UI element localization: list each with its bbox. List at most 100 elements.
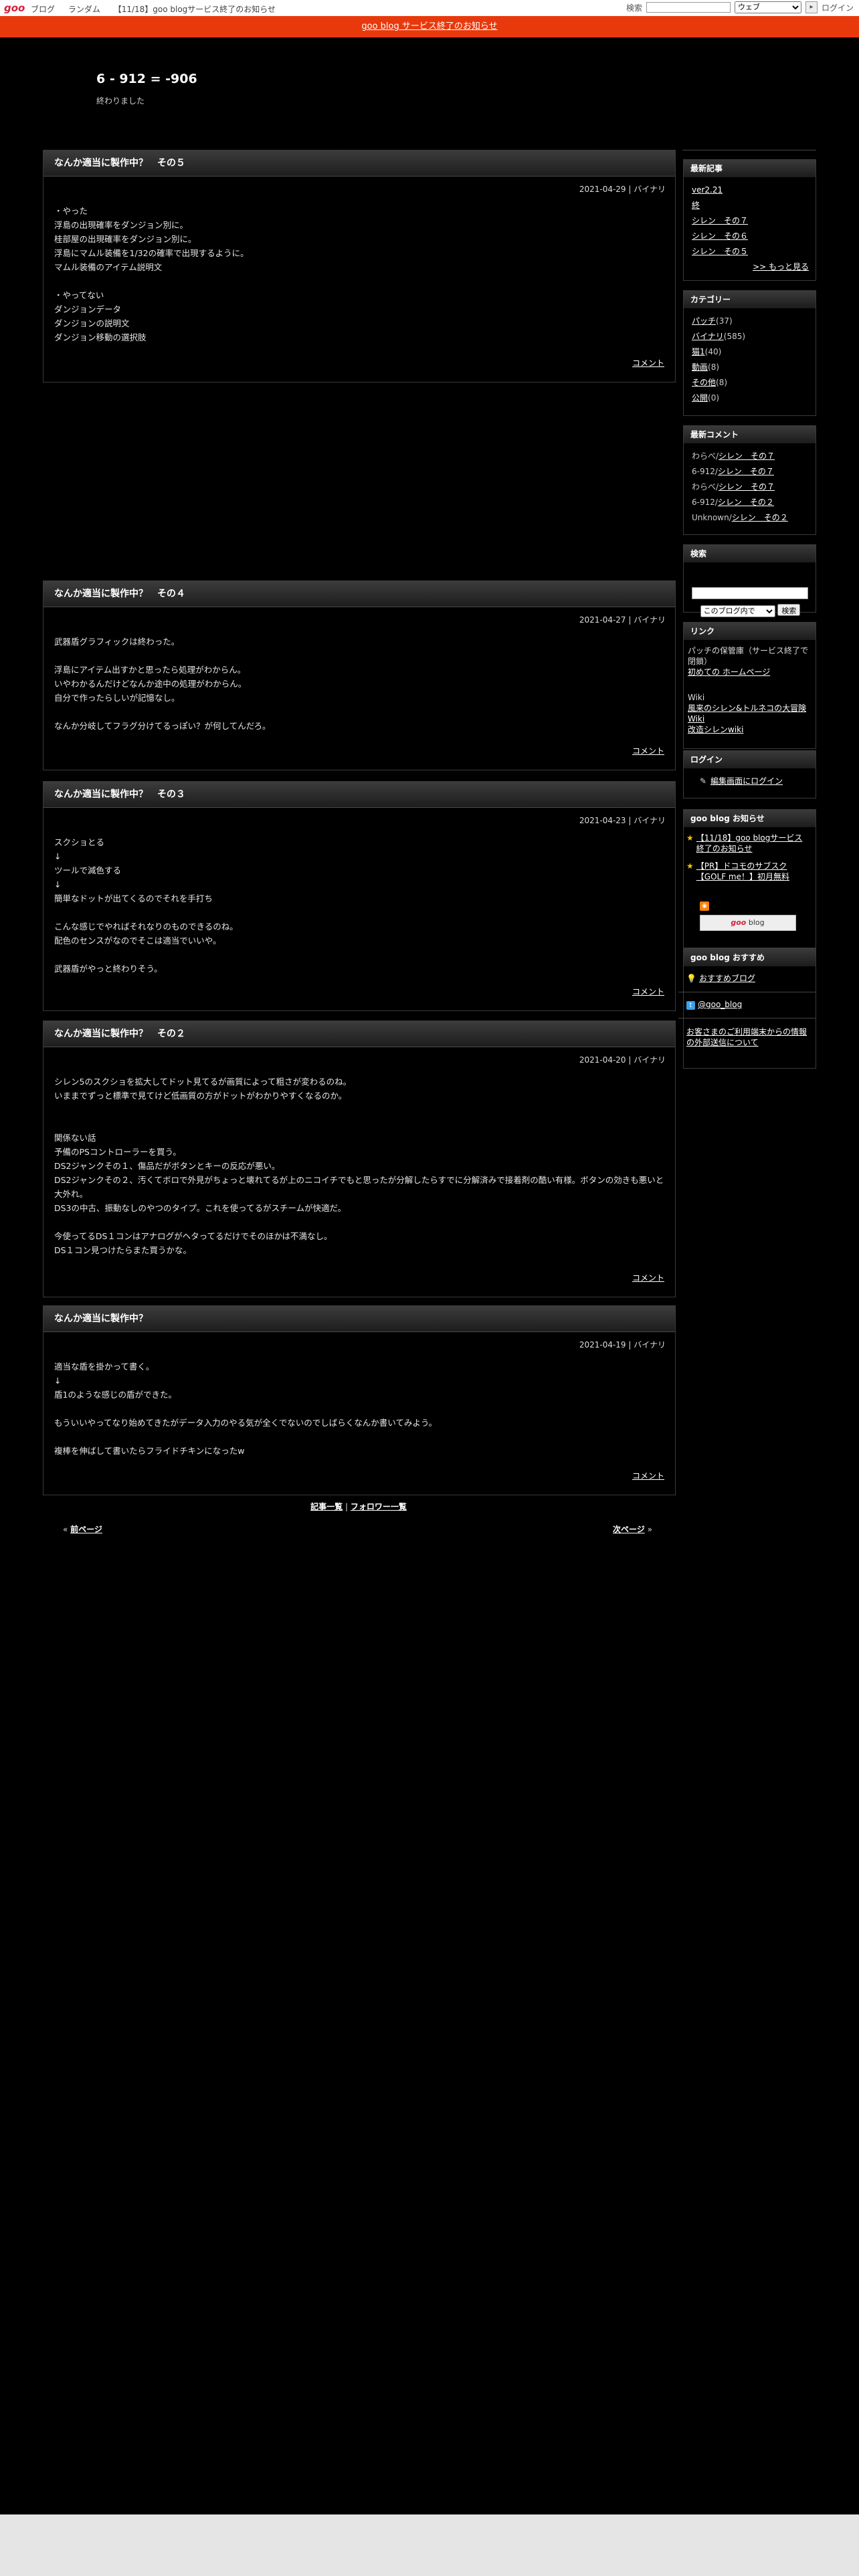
goo-logo[interactable]: goo: [4, 2, 25, 14]
sidebar-heading: goo blog お知らせ: [684, 810, 816, 827]
sidebar-login: ログイン ✎ 編集画面にログイン: [683, 750, 816, 798]
comment-entry-link[interactable]: シレン その７: [719, 451, 775, 461]
recent-entry-link[interactable]: 終: [692, 201, 700, 210]
goo-blog-badge[interactable]: goo blog: [699, 915, 796, 931]
entry-meta: 2021-04-23 | バイナリ: [579, 816, 666, 825]
sidebar-links: リンク パッチの保管庫（サービス終了で閉鎖） 初めての ホームページ Wiki …: [683, 622, 816, 749]
external-transmission-link[interactable]: お客さまのご利用端末からの情報の外部送信について: [686, 1027, 807, 1047]
prev-page-link[interactable]: 前ページ: [70, 1525, 102, 1534]
comment-entry-link[interactable]: シレン その７: [718, 467, 774, 476]
goo-notice-link[interactable]: 【11/18】goo blogサービス終了のお知らせ: [696, 833, 809, 854]
blog-title[interactable]: 6 - 912 = -906: [96, 72, 197, 86]
category-link[interactable]: 動画: [692, 362, 708, 372]
sidebar-heading: goo blog おすすめ: [684, 949, 816, 966]
blog-search-input[interactable]: [692, 587, 808, 599]
sidebar-search: 検索 このブログ内で 検索: [683, 544, 816, 617]
edit-login-link[interactable]: 編集画面にログイン: [710, 776, 783, 786]
comment-author: わらべ/: [692, 451, 719, 461]
recommend-blog-link[interactable]: おすすめブログ: [699, 974, 755, 983]
wiki-link-kaizou[interactable]: 改造シレンwiki: [688, 725, 743, 734]
twitter-icon: t: [686, 1001, 695, 1010]
sidebar-heading: ログイン: [684, 751, 816, 768]
topbar-login-link[interactable]: ログイン: [822, 2, 854, 13]
entry-title[interactable]: なんか適当に製作中？ その３: [43, 782, 675, 808]
prev-arrow-icon: «: [63, 1525, 68, 1534]
entry-body: 適当な盾を掛かって書く。 ↓ 盾1のような感じの盾ができた。 もういいやってなり…: [54, 1362, 438, 1456]
sidebar-heading: カテゴリー: [684, 291, 816, 308]
entry-meta: 2021-04-20 | バイナリ: [579, 1055, 666, 1065]
comment-author: Unknown/: [692, 513, 732, 522]
topbar-link-random[interactable]: ランダム: [68, 5, 100, 14]
topbar-search: 検索 ウェブ ▸ ログイン: [626, 1, 854, 13]
entry-title[interactable]: なんか適当に製作中？: [43, 1306, 675, 1332]
blog-search-scope[interactable]: このブログ内で: [700, 605, 775, 617]
entry-title[interactable]: なんか適当に製作中？ その２: [43, 1021, 675, 1047]
topbar-search-scope[interactable]: ウェブ: [734, 1, 801, 13]
comment-entry-link[interactable]: シレン その２: [732, 513, 788, 522]
page-footer: [0, 2514, 859, 2576]
topbar-search-label: 検索: [626, 3, 642, 13]
category-count: (0): [708, 393, 720, 403]
recent-more-link[interactable]: >> もっと見る: [753, 262, 809, 272]
topbar-link-blog[interactable]: ブログ: [31, 5, 55, 14]
comment-author: わらべ/: [692, 482, 719, 492]
comment-entry-link[interactable]: シレン その２: [718, 498, 774, 507]
lightbulb-icon: 💡: [686, 974, 696, 983]
entry-comment-link[interactable]: コメント: [632, 1470, 664, 1481]
category-link[interactable]: パッチ: [692, 316, 716, 326]
entry-comment-link[interactable]: コメント: [632, 986, 664, 997]
entry-comment-link[interactable]: コメント: [632, 357, 664, 368]
category-link[interactable]: 猫1: [692, 347, 705, 356]
sidebar-heading: リンク: [684, 623, 816, 640]
entry: なんか適当に製作中？ 2021-04-19 | バイナリ 適当な盾を掛かって書く…: [43, 1305, 676, 1495]
category-count: (585): [723, 332, 746, 341]
comment-entry-link[interactable]: シレン その７: [719, 482, 775, 492]
recent-entry-link[interactable]: ver2.21: [692, 185, 723, 195]
category-count: (37): [716, 316, 733, 326]
star-icon: ★: [686, 861, 694, 871]
homepage-link[interactable]: 初めての ホームページ: [688, 667, 770, 677]
next-arrow-icon: »: [647, 1525, 652, 1534]
entry: なんか適当に製作中？ その３ 2021-04-23 | バイナリ スクショとる …: [43, 781, 676, 1011]
search-go-icon[interactable]: ▸: [805, 1, 818, 13]
entry-list-link[interactable]: 記事一覧: [310, 1502, 343, 1511]
sidebar-categories: カテゴリー パッチ(37) バイナリ(585) 猫1(40) 動画(8) その他…: [683, 290, 816, 416]
topbar-search-input[interactable]: [646, 2, 731, 13]
entry-body: ・やった 浮島の出現確率をダンジョン別に。 桂部屋の出現確率をダンジョン別に。 …: [54, 206, 249, 342]
topbar-link-notice[interactable]: 【11/18】goo blogサービス終了のお知らせ: [114, 5, 276, 14]
sidebar-goo-notice: goo blog お知らせ ★ 【11/18】goo blogサービス終了のお知ら…: [683, 809, 816, 948]
sidebar-heading: 検索: [684, 545, 816, 562]
entry-list-nav: 記事一覧 | フォロワー一覧: [43, 1501, 674, 1512]
entry-comment-link[interactable]: コメント: [632, 745, 664, 756]
follower-list-link[interactable]: フォロワー一覧: [351, 1502, 407, 1511]
category-link[interactable]: バイナリ: [692, 332, 724, 341]
category-link[interactable]: 公開: [692, 393, 708, 403]
entry-body: シレン5のスクショを拡大してドット見てるが画質によって粗さが変わるのね。 いまま…: [54, 1077, 664, 1255]
links-note: パッチの保管庫（サービス終了で閉鎖）: [688, 646, 809, 666]
service-end-link[interactable]: goo blog サービス終了のお知らせ: [361, 21, 497, 31]
entry-nav-separator: |: [345, 1502, 349, 1511]
entry: なんか適当に製作中？ その２ 2021-04-20 | バイナリ シレン5のスク…: [43, 1021, 676, 1297]
category-count: (8): [708, 362, 720, 372]
blog-search-button[interactable]: 検索: [777, 604, 801, 616]
goo-topbar: goo ブログ ランダム 【11/18】goo blogサービス終了のお知らせ …: [0, 0, 859, 16]
entry: なんか適当に製作中？ その５ 2021-04-29 | バイナリ ・やった 浮島…: [43, 150, 676, 383]
sidebar-recent-entries: 最新記事 ver2.21 終 シレン その７ シレン その６ シレン その５ >…: [683, 159, 816, 281]
blog-description: 終わりました: [96, 96, 145, 106]
pager-prev: « 前ページ: [63, 1523, 102, 1535]
entry-title[interactable]: なんか適当に製作中？ その５: [43, 150, 675, 177]
goo-pr-link[interactable]: 【PR】ドコモのサブスク【GOLF me！】初月無料: [696, 861, 809, 882]
sidebar-heading: 最新コメント: [684, 426, 816, 443]
category-link[interactable]: その他: [692, 378, 716, 387]
next-page-link[interactable]: 次ページ: [613, 1525, 645, 1534]
comment-author: 6-912/: [692, 467, 718, 476]
entry-comment-link[interactable]: コメント: [632, 1272, 664, 1283]
recent-entry-link[interactable]: シレン その５: [692, 247, 748, 256]
entry-title[interactable]: なんか適当に製作中？ その４: [43, 581, 675, 607]
wiki-link-shiren[interactable]: 風来のシレン&トルネコの大冒険 Wiki: [688, 704, 806, 724]
recent-entry-link[interactable]: シレン その６: [692, 231, 748, 241]
rss-icon[interactable]: ◉: [700, 901, 709, 911]
recent-entry-link[interactable]: シレン その７: [692, 216, 748, 225]
entry-meta: 2021-04-29 | バイナリ: [579, 185, 666, 194]
twitter-link[interactable]: @goo_blog: [698, 1000, 742, 1009]
